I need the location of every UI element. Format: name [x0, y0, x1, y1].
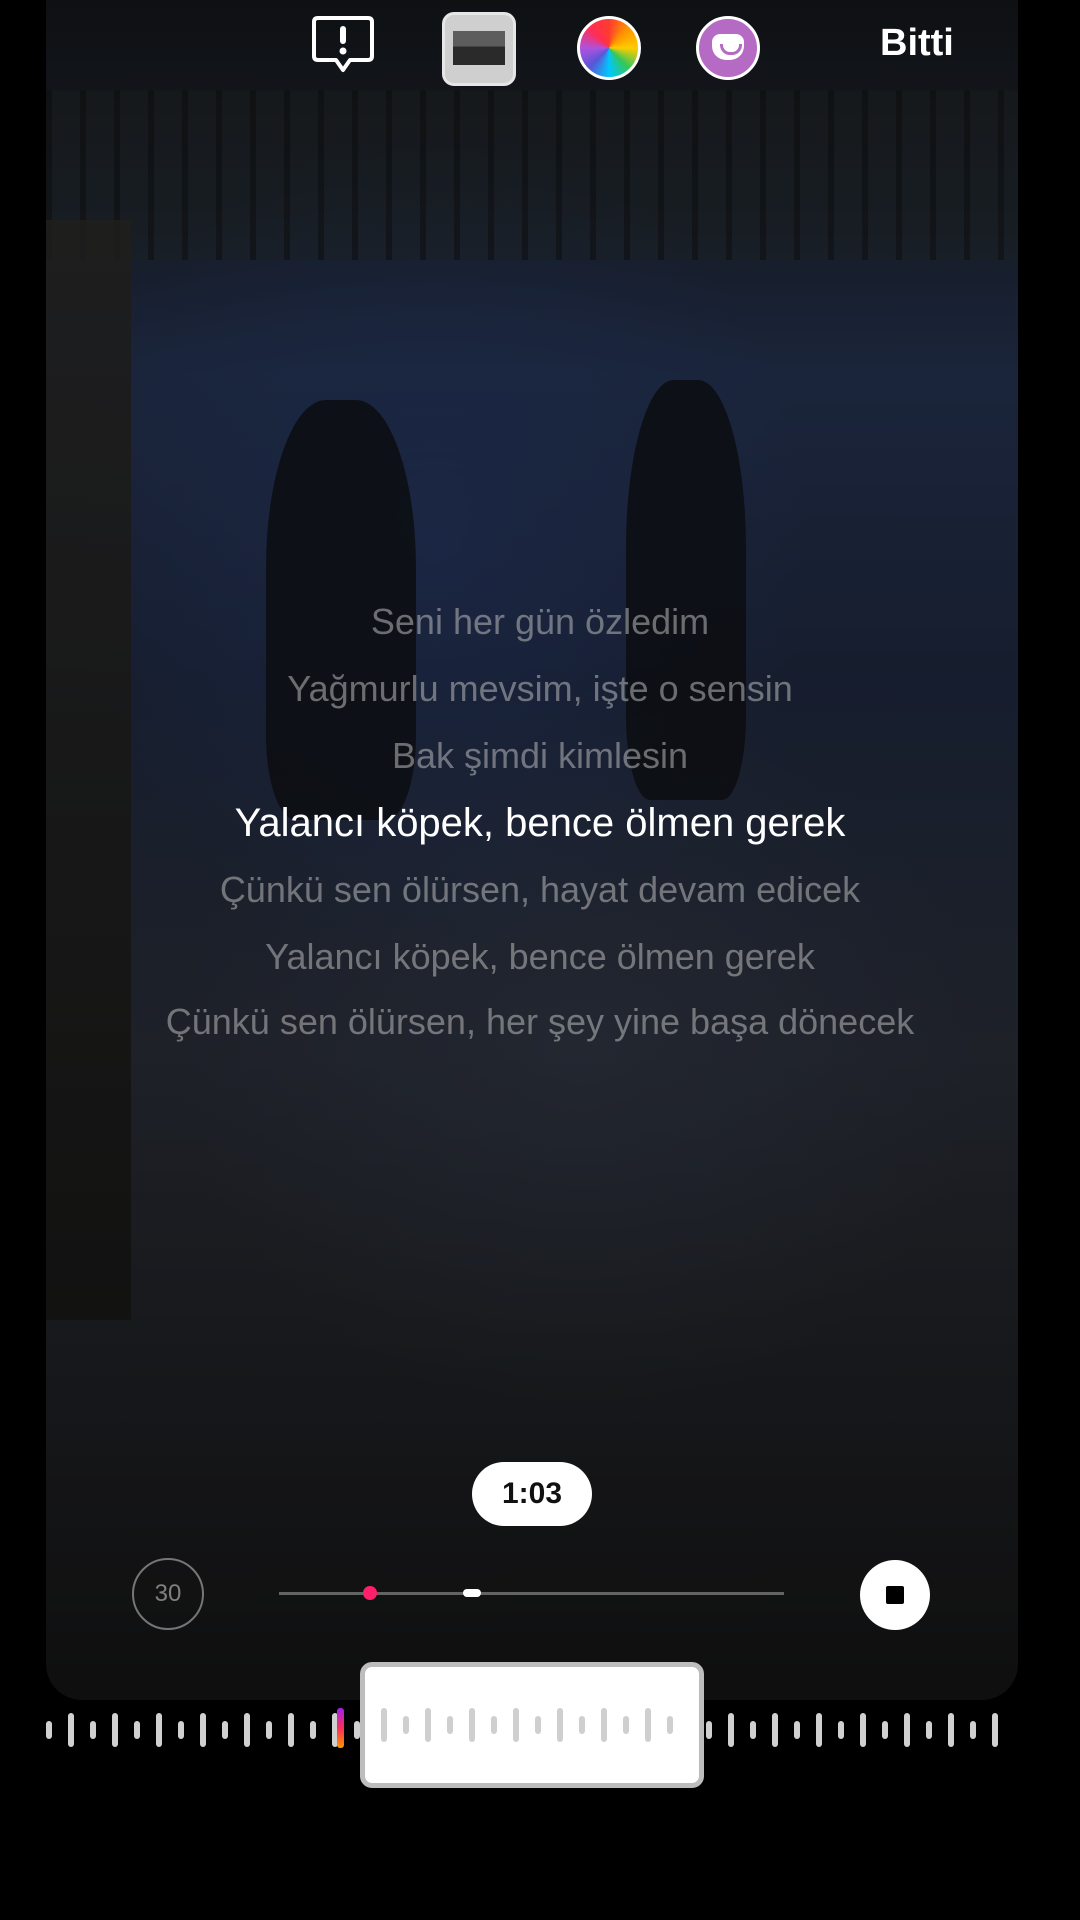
waveform-playhead	[337, 1708, 344, 1748]
progress-track[interactable]	[279, 1592, 784, 1595]
alert-bubble-icon	[312, 16, 374, 72]
lyric-line: Çünkü sen ölürsen, her şey yine başa dön…	[165, 1001, 915, 1042]
alert-icon-button[interactable]	[310, 12, 376, 78]
waveform-bar	[244, 1713, 250, 1747]
waveform-bar	[816, 1713, 822, 1747]
selector-bar	[447, 1716, 453, 1734]
lyrics-list: Seni her gün özledim Yağmurlu mevsim, iş…	[140, 600, 940, 1067]
sticker-button[interactable]	[696, 16, 760, 80]
clip-selector[interactable]	[360, 1662, 704, 1788]
waveform-bar	[310, 1721, 316, 1739]
selector-bar	[579, 1716, 585, 1734]
selector-bar	[535, 1716, 541, 1734]
lyric-line-active: Yalancı köpek, bence ölmen gerek	[234, 801, 846, 845]
time-indicator: 1:03	[472, 1462, 592, 1526]
waveform-bar	[266, 1721, 272, 1739]
waveform-bar	[112, 1713, 118, 1747]
waveform-bar	[156, 1713, 162, 1747]
selector-bar	[667, 1716, 673, 1734]
waveform-bar	[860, 1713, 866, 1747]
waveform-bar	[904, 1713, 910, 1747]
waveform-bar	[772, 1713, 778, 1747]
selector-bar	[513, 1708, 519, 1742]
waveform-bar	[794, 1721, 800, 1739]
duration-button[interactable]: 30	[132, 1558, 204, 1630]
selector-bar	[425, 1708, 431, 1742]
waveform-bar	[222, 1721, 228, 1739]
waveform-bar	[178, 1721, 184, 1739]
stop-button[interactable]	[860, 1560, 930, 1630]
lyric-line: Seni her gün özledim	[370, 601, 710, 642]
background-fence	[46, 90, 1018, 260]
background-wall	[46, 220, 131, 1320]
waveform-bar	[728, 1713, 734, 1747]
waveform-bar	[68, 1713, 74, 1747]
stop-icon	[886, 1586, 904, 1604]
waveform-bar	[46, 1721, 52, 1739]
done-button[interactable]: Bitti	[880, 18, 954, 68]
waveform-bar	[948, 1713, 954, 1747]
color-wheel-button[interactable]	[577, 16, 641, 80]
waveform-bar	[838, 1721, 844, 1739]
waveform-bar	[134, 1721, 140, 1739]
waveform-bar	[926, 1721, 932, 1739]
selector-bar	[557, 1708, 563, 1742]
selector-bar	[623, 1716, 629, 1734]
playhead-marker[interactable]	[463, 1589, 481, 1597]
selector-bar	[469, 1708, 475, 1742]
waveform-bar	[882, 1721, 888, 1739]
waveform-bar	[200, 1713, 206, 1747]
lyric-line: Bak şimdi kimlesin	[391, 735, 689, 776]
waveform-bar	[90, 1721, 96, 1739]
selector-bar	[645, 1708, 651, 1742]
lyric-line: Yalancı köpek, bence ölmen gerek	[265, 936, 815, 977]
start-marker[interactable]	[363, 1586, 377, 1600]
selector-bar	[601, 1708, 607, 1742]
lyric-line: Çünkü sen ölürsen, hayat devam edicek	[219, 869, 861, 910]
waveform-bar	[970, 1721, 976, 1739]
waveform-bar	[992, 1713, 998, 1747]
waveform-bar	[750, 1721, 756, 1739]
waveform-bar	[706, 1721, 712, 1739]
selector-bar	[403, 1716, 409, 1734]
waveform-bar	[288, 1713, 294, 1747]
image-thumbnail-icon	[453, 31, 505, 65]
lyric-line: Yağmurlu mevsim, işte o sensin	[287, 668, 793, 709]
selector-bar	[491, 1716, 497, 1734]
image-thumbnail-button[interactable]	[442, 12, 516, 86]
selector-bar	[381, 1708, 387, 1742]
